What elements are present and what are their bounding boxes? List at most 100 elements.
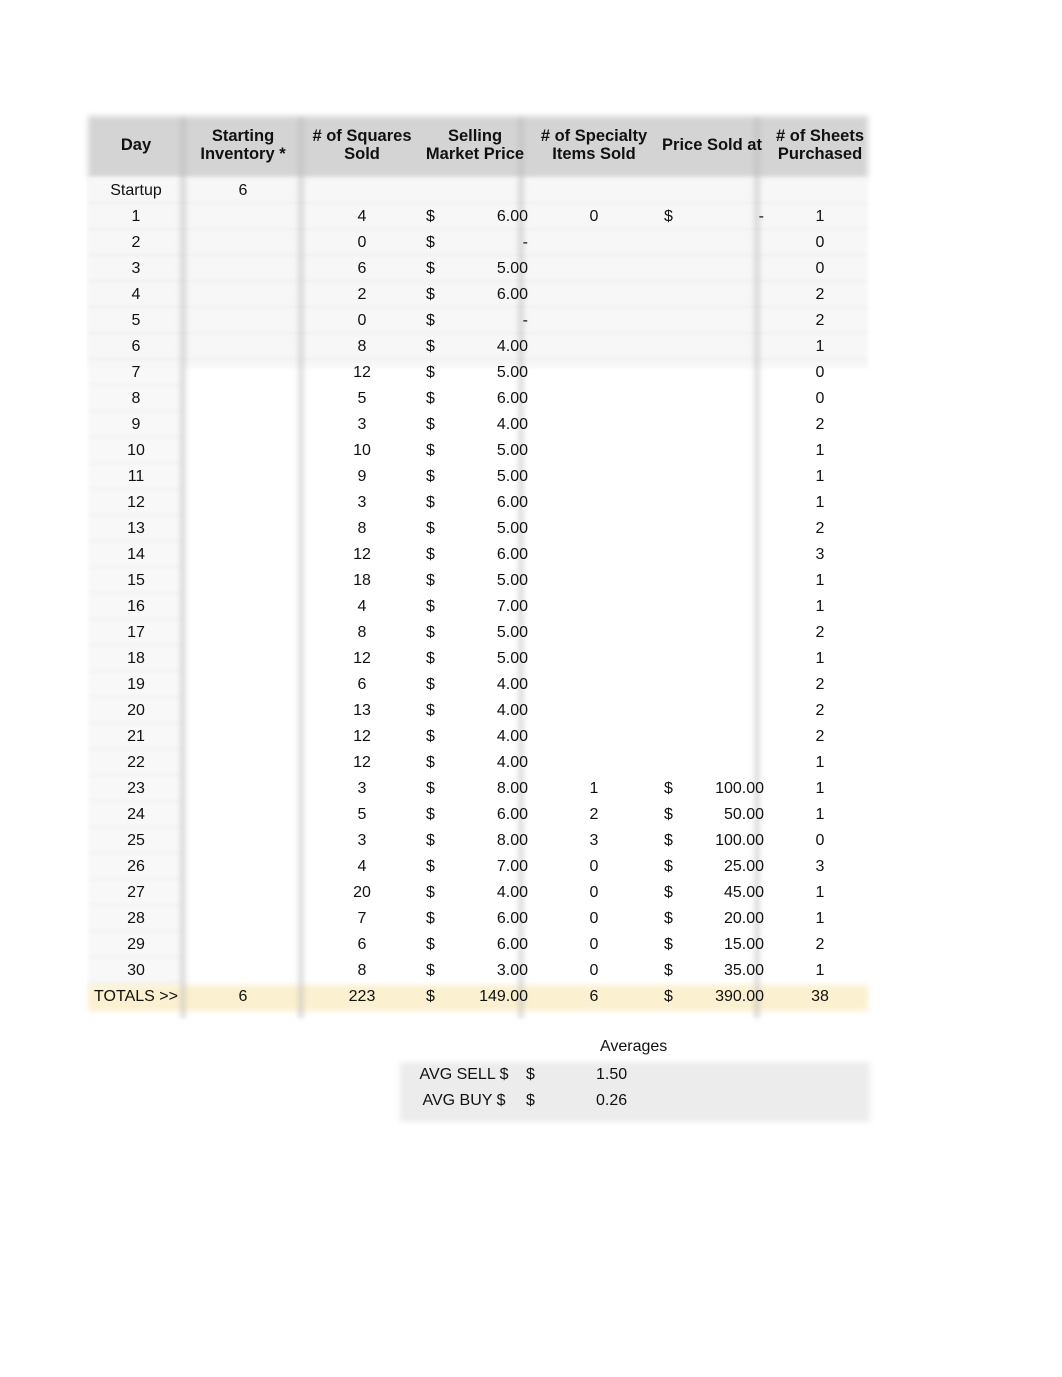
cell-sheets-purchased[interactable]: 1 <box>764 594 876 620</box>
cell-day[interactable]: 26 <box>88 854 184 880</box>
cell-price-sold-at[interactable] <box>694 282 764 308</box>
cell-specialty-items[interactable]: 1 <box>528 776 660 802</box>
cell-squares-sold[interactable]: 12 <box>302 646 422 672</box>
cell-specialty-items[interactable] <box>528 516 660 542</box>
cell-currency[interactable]: $ <box>660 906 694 932</box>
cell-currency[interactable] <box>660 646 694 672</box>
cell-day[interactable]: 14 <box>88 542 184 568</box>
cell-currency[interactable]: $ <box>422 932 456 958</box>
cell-specialty-items[interactable] <box>528 750 660 776</box>
cell-sheets-purchased[interactable]: 1 <box>764 880 876 906</box>
cell-starting-inventory[interactable] <box>184 594 302 620</box>
cell-squares-sold[interactable]: 10 <box>302 438 422 464</box>
cell-specialty-items[interactable] <box>528 698 660 724</box>
cell-squares-sold[interactable]: 5 <box>302 802 422 828</box>
cell-selling-price[interactable]: 6.00 <box>456 204 528 230</box>
cell-starting-inventory[interactable] <box>184 620 302 646</box>
cell-price-sold-at[interactable]: 100.00 <box>694 776 764 802</box>
cell-starting-inventory[interactable] <box>184 568 302 594</box>
cell-sheets-purchased[interactable]: 2 <box>764 724 876 750</box>
cell-starting-inventory[interactable] <box>184 308 302 334</box>
cell-day[interactable]: 8 <box>88 386 184 412</box>
cell-currency[interactable]: $ <box>422 620 456 646</box>
cell-squares-sold[interactable]: 6 <box>302 672 422 698</box>
cell-currency[interactable]: $ <box>422 204 456 230</box>
cell-specialty-items[interactable] <box>528 438 660 464</box>
cell-price-sold-at[interactable] <box>694 490 764 516</box>
cell-selling-price[interactable]: 4.00 <box>456 334 528 360</box>
header-sheets-purchased[interactable]: # of Sheets Purchased <box>764 120 876 170</box>
cell-specialty-items[interactable]: 0 <box>528 204 660 230</box>
cell-currency[interactable]: $ <box>422 334 456 360</box>
cell-sheets-purchased[interactable]: 1 <box>764 568 876 594</box>
cell-day[interactable]: 21 <box>88 724 184 750</box>
cell-currency[interactable]: $ <box>422 828 456 854</box>
cell-selling-price[interactable]: 5.00 <box>456 464 528 490</box>
cell-squares-sold[interactable]: 3 <box>302 490 422 516</box>
total-currency[interactable]: $ <box>422 984 456 1010</box>
cell-squares-sold[interactable]: 3 <box>302 828 422 854</box>
cell-selling-price[interactable]: 6.00 <box>456 802 528 828</box>
cell-currency[interactable] <box>660 438 694 464</box>
cell-currency[interactable]: $ <box>422 594 456 620</box>
cell-selling-price[interactable]: 6.00 <box>456 386 528 412</box>
cell-specialty-items[interactable] <box>528 594 660 620</box>
cell-squares-sold[interactable] <box>302 178 422 204</box>
cell-sheets-purchased[interactable]: 2 <box>764 282 876 308</box>
cell-currency[interactable] <box>660 334 694 360</box>
cell-starting-inventory[interactable] <box>184 542 302 568</box>
cell-price-sold-at[interactable] <box>694 672 764 698</box>
cell-currency[interactable]: $ <box>422 568 456 594</box>
cell-selling-price[interactable]: 7.00 <box>456 594 528 620</box>
cell-starting-inventory[interactable] <box>184 282 302 308</box>
cell-price-sold-at[interactable] <box>694 334 764 360</box>
cell-specialty-items[interactable]: 0 <box>528 854 660 880</box>
cell-sheets-purchased[interactable]: 2 <box>764 698 876 724</box>
cell-starting-inventory[interactable] <box>184 724 302 750</box>
cell-squares-sold[interactable]: 6 <box>302 256 422 282</box>
total-price-sold-at[interactable]: 390.00 <box>694 984 764 1010</box>
cell-currency[interactable]: $ <box>422 412 456 438</box>
cell-starting-inventory[interactable] <box>184 750 302 776</box>
cell-currency[interactable]: $ <box>422 386 456 412</box>
cell-squares-sold[interactable]: 20 <box>302 880 422 906</box>
cell-currency[interactable]: $ <box>422 672 456 698</box>
cell-starting-inventory[interactable]: 6 <box>184 178 302 204</box>
cell-squares-sold[interactable]: 4 <box>302 204 422 230</box>
cell-starting-inventory[interactable] <box>184 932 302 958</box>
cell-price-sold-at[interactable] <box>694 646 764 672</box>
cell-day[interactable]: 12 <box>88 490 184 516</box>
cell-price-sold-at[interactable] <box>694 230 764 256</box>
cell-selling-price[interactable]: 5.00 <box>456 516 528 542</box>
cell-day[interactable]: 24 <box>88 802 184 828</box>
cell-starting-inventory[interactable] <box>184 204 302 230</box>
cell-sheets-purchased[interactable]: 2 <box>764 308 876 334</box>
cell-day[interactable]: 6 <box>88 334 184 360</box>
cell-specialty-items[interactable]: 2 <box>528 802 660 828</box>
cell-specialty-items[interactable] <box>528 334 660 360</box>
cell-starting-inventory[interactable] <box>184 464 302 490</box>
cell-price-sold-at[interactable] <box>694 178 764 204</box>
cell-selling-price[interactable]: - <box>456 308 528 334</box>
cell-specialty-items[interactable]: 0 <box>528 880 660 906</box>
cell-day[interactable]: 9 <box>88 412 184 438</box>
cell-selling-price[interactable]: 4.00 <box>456 724 528 750</box>
cell-sheets-purchased[interactable]: 0 <box>764 360 876 386</box>
cell-specialty-items[interactable] <box>528 490 660 516</box>
cell-currency[interactable]: $ <box>422 750 456 776</box>
cell-currency[interactable] <box>660 620 694 646</box>
cell-currency[interactable]: $ <box>422 906 456 932</box>
cell-currency[interactable]: $ <box>422 230 456 256</box>
cell-sheets-purchased[interactable]: 0 <box>764 828 876 854</box>
cell-sheets-purchased[interactable]: 2 <box>764 516 876 542</box>
cell-day[interactable]: 11 <box>88 464 184 490</box>
cell-specialty-items[interactable] <box>528 386 660 412</box>
cell-day[interactable]: 20 <box>88 698 184 724</box>
cell-price-sold-at[interactable] <box>694 412 764 438</box>
cell-day[interactable]: 22 <box>88 750 184 776</box>
cell-specialty-items[interactable]: 0 <box>528 958 660 984</box>
cell-sheets-purchased[interactable]: 1 <box>764 464 876 490</box>
cell-squares-sold[interactable]: 8 <box>302 958 422 984</box>
cell-specialty-items[interactable] <box>528 646 660 672</box>
cell-currency[interactable] <box>660 282 694 308</box>
